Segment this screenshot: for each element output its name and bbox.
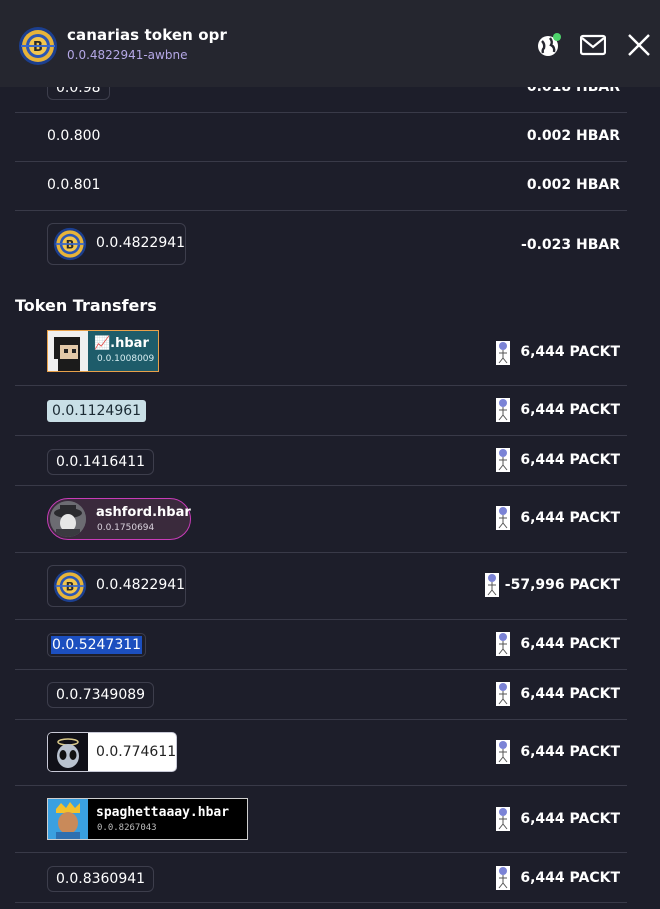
transfer-amount: 6,444 PACKT [520, 636, 620, 652]
transfer-amount: 6,444 PACKT [520, 344, 620, 360]
account-chip[interactable]: 0.0.4822941 [47, 565, 186, 607]
token-logo-icon [18, 26, 58, 66]
token-transfer-row: 0.0.7349089 6,444 PACKT [15, 670, 627, 720]
account-id: 0.0.8267043 [97, 823, 157, 833]
account-chip[interactable]: 0.0.8360941 [47, 866, 155, 892]
account-id[interactable]: 0.0.801 [47, 177, 100, 193]
transfer-amount: 6,444 PACKT [520, 870, 620, 886]
transfer-amount: 6,444 PACKT [520, 744, 620, 760]
transfer-amount: 6,444 PACKT [520, 452, 620, 468]
mail-icon[interactable] [580, 32, 606, 58]
account-chip[interactable]: 📈.hbar 0.0.1008009 [47, 330, 159, 372]
token-transfer-row: 0.0.7746111 6,444 PACKT [15, 720, 627, 786]
transfer-amount: 0.018 HBAR [526, 87, 620, 95]
hbar-transfer-row: 0.0.800 0.002 HBAR [15, 113, 627, 162]
account-chip[interactable]: 0.0.7746111 [47, 732, 177, 772]
token-transfer-row: spaghettaaay.hbar 0.0.8267043 6,444 PACK… [15, 786, 627, 853]
avatar-icon [50, 501, 86, 537]
account-name: spaghettaaay.hbar [96, 805, 230, 820]
account-id: 0.0.1750694 [97, 523, 155, 533]
token-icon [496, 866, 510, 890]
token-transfers-heading: Token Transfers [15, 296, 157, 315]
transfer-amount: 0.002 HBAR [526, 177, 620, 193]
transfer-amount: -57,996 PACKT [504, 577, 620, 593]
token-transfer-row: 📈.hbar 0.0.1008009 6,444 PACKT [15, 323, 627, 386]
account-name: ashford.hbar [96, 505, 191, 520]
hbar-transfer-row: 0.0.801 0.002 HBAR [15, 162, 627, 211]
token-transfer-row: 0.0.1124961 6,444 PACKT [15, 386, 627, 436]
account-name: 📈.hbar [94, 336, 149, 351]
pixel-avatar-icon [48, 331, 88, 371]
account-chip[interactable]: 0.0.7349089 [47, 682, 155, 708]
token-icon [496, 807, 510, 831]
token-icon [496, 506, 510, 530]
account-chip[interactable]: 0.0.98 [47, 87, 110, 100]
wallet-account-id[interactable]: 0.0.4822941-awbne [67, 48, 187, 62]
token-icon [496, 632, 510, 656]
transfer-amount: -0.023 HBAR [521, 237, 620, 253]
account-chip[interactable]: 0.0.5247311 [47, 633, 147, 657]
globe-icon[interactable] [536, 32, 562, 58]
token-transfer-row: 0.0.1416411 6,444 PACKT [15, 436, 627, 486]
transfer-amount: 6,444 PACKT [520, 811, 620, 827]
token-icon [496, 398, 510, 422]
account-chip[interactable]: 0.0.1416411 [47, 449, 155, 475]
account-id: 0.0.7746111 [96, 744, 177, 760]
token-icon [496, 341, 510, 365]
token-icon [496, 740, 510, 764]
account-chip[interactable]: 0.0.1124961 [47, 400, 147, 422]
token-transfer-row: 0.0.8360941 6,444 PACKT [15, 853, 627, 903]
avatar-icon [48, 799, 88, 839]
account-id: 0.0.4822941 [96, 235, 186, 251]
account-chip[interactable]: spaghettaaay.hbar 0.0.8267043 [47, 798, 248, 840]
account-avatar-icon [53, 569, 87, 603]
transfer-amount: 0.002 HBAR [526, 128, 620, 144]
token-icon [496, 682, 510, 706]
account-avatar-icon [53, 227, 87, 261]
wallet-title: canarias token opr [67, 26, 227, 44]
account-id[interactable]: 0.0.800 [47, 128, 100, 144]
token-transfer-row: ashford.hbar 0.0.1750694 6,444 PACKT [15, 486, 627, 553]
transaction-details: 0.0.98 0.018 HBAR 0.0.800 0.002 HBAR 0.0… [0, 87, 660, 909]
token-icon [496, 448, 510, 472]
transfer-amount: 6,444 PACKT [520, 686, 620, 702]
token-icon [485, 573, 499, 597]
transfer-amount: 6,444 PACKT [520, 510, 620, 526]
account-id: 0.0.1008009 [97, 354, 155, 364]
token-transfer-row: 0.0.5247311 6,444 PACKT [15, 620, 627, 670]
hbar-transfer-row: 0.0.4822941 -0.023 HBAR [15, 211, 627, 281]
account-id: 0.0.5247311 [51, 636, 143, 654]
transfer-amount: 6,444 PACKT [520, 402, 620, 418]
hbar-transfer-row: 0.0.98 0.018 HBAR [15, 87, 627, 113]
token-transfer-row: 0.0.4822941 -57,996 PACKT [15, 553, 627, 620]
account-chip[interactable]: 0.0.4822941 [47, 223, 186, 265]
account-chip[interactable]: ashford.hbar 0.0.1750694 [47, 498, 191, 540]
account-id: 0.0.4822941 [96, 577, 186, 593]
alien-avatar-icon [48, 733, 88, 771]
close-icon[interactable] [626, 32, 652, 58]
wallet-header: canarias token opr 0.0.4822941-awbne [0, 0, 660, 87]
